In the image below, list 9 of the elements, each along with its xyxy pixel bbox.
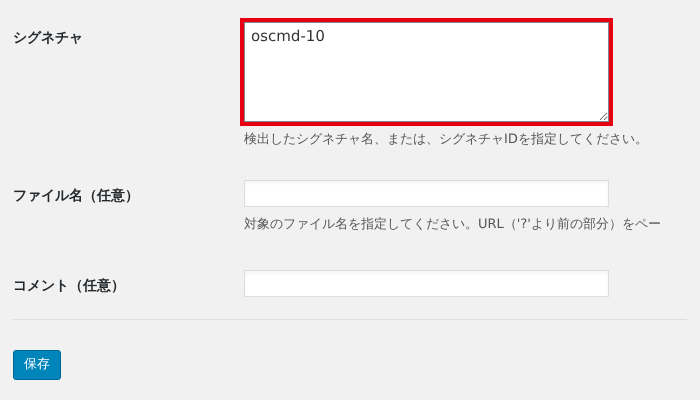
- input-field[interactable]: [244, 270, 609, 297]
- save-button[interactable]: 保存: [13, 350, 61, 380]
- field-description: 対象のファイル名を指定してください。URL（'?'より前の部分）をペー: [244, 216, 661, 234]
- field-description: 検出したシグネチャ名、または、シグネチャIDを指定してください。: [244, 131, 648, 149]
- input-field[interactable]: [244, 180, 609, 206]
- field-label: コメント（任意）: [13, 277, 126, 296]
- field-label: シグネチャ: [13, 29, 84, 48]
- signature-textarea[interactable]: oscmd-10: [244, 22, 609, 122]
- field-label: ファイル名（任意）: [13, 186, 140, 206]
